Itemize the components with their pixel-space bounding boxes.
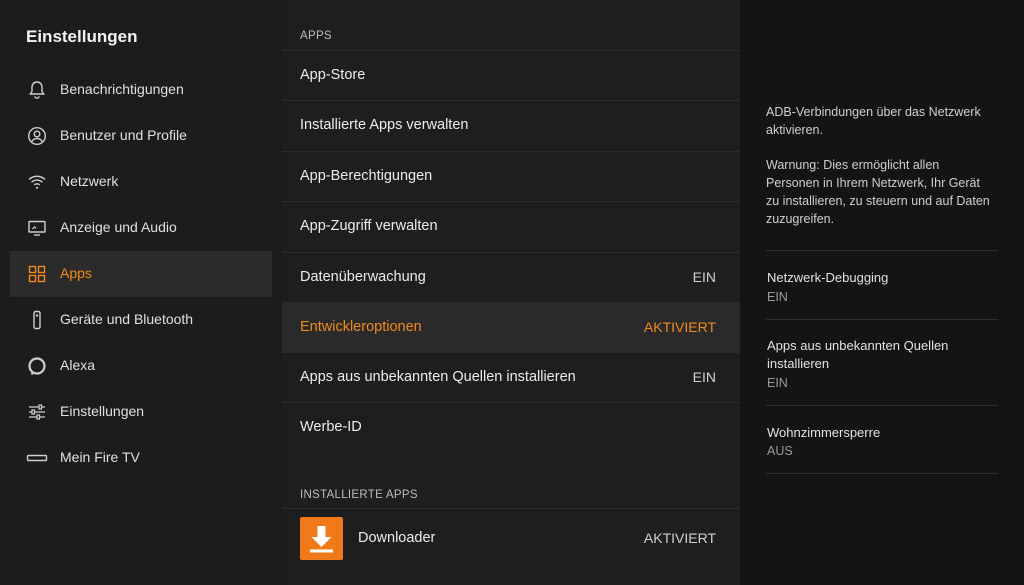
sidebar-item-alexa[interactable]: Alexa [10, 343, 272, 389]
row-advertising-id[interactable]: Werbe-ID [282, 402, 740, 453]
row-developer-options[interactable]: Entwickleroptionen AKTIVIERT [282, 302, 740, 353]
row-value: AKTIVIERT [643, 319, 716, 335]
sliders-icon [26, 401, 48, 423]
wifi-icon [26, 171, 48, 193]
divider [766, 405, 998, 406]
row-label: Entwickleroptionen [300, 319, 422, 335]
display-audio-icon [26, 217, 48, 239]
sidebar: Einstellungen Benachrichtigungen Benutze… [0, 0, 282, 585]
sidebar-item-label: Netzwerk [60, 173, 119, 189]
row-value: EIN [692, 369, 716, 385]
warning-text: Warnung: Dies ermöglicht allen Personen … [766, 158, 990, 226]
sidebar-item-label: Anzeige und Audio [60, 219, 177, 235]
sidebar-item-label: Geräte und Bluetooth [60, 311, 194, 327]
row-app-store[interactable]: App-Store [282, 50, 740, 101]
sidebar-item-label: Apps [60, 265, 92, 281]
firetv-stick-icon [26, 447, 48, 469]
row-unknown-sources[interactable]: Apps aus unbekannten Quellen installiere… [282, 352, 740, 403]
sidebar-item-apps[interactable]: Apps [10, 251, 272, 297]
sidebar-item-mein-fire-tv[interactable]: Mein Fire TV [10, 435, 272, 481]
row-value: EIN [692, 269, 716, 285]
row-app-permissions[interactable]: App-Berechtigungen [282, 151, 740, 202]
section-header-apps: APPS [300, 30, 332, 42]
sidebar-item-label: Alexa [60, 357, 96, 373]
sidebar-item-einstellungen[interactable]: Einstellungen [10, 389, 272, 435]
detail-item-title: Apps aus unbekannten Quellen installiere… [767, 338, 949, 371]
detail-item-value: EIN [767, 290, 788, 304]
sidebar-item-label: Benachrichtigungen [60, 81, 184, 97]
description-text: ADB-Verbindungen über das Netzwerk aktiv… [766, 105, 981, 137]
sidebar-item-benachrichtigungen[interactable]: Benachrichtigungen [10, 67, 272, 113]
detail-item-title: Wohnzimmersperre [767, 425, 881, 440]
sidebar-item-label: Mein Fire TV [60, 449, 140, 465]
apps-grid-icon [26, 263, 48, 285]
user-icon [26, 125, 48, 147]
row-data-monitoring[interactable]: Datenüberwachung EIN [282, 252, 740, 303]
row-app-access[interactable]: App-Zugriff verwalten [282, 201, 740, 252]
divider [766, 250, 998, 251]
row-label: App-Store [300, 67, 366, 83]
sidebar-item-geraete-und-bluetooth[interactable]: Geräte und Bluetooth [10, 297, 272, 343]
sidebar-item-label: Einstellungen [60, 403, 145, 419]
row-label: Installierte Apps verwalten [300, 117, 469, 133]
detail-item-title: Netzwerk-Debugging [767, 270, 889, 285]
section-header-installed-apps: INSTALLIERTE APPS [300, 489, 418, 501]
sidebar-item-netzwerk[interactable]: Netzwerk [10, 159, 272, 205]
alexa-icon [26, 355, 48, 377]
row-label: App-Zugriff verwalten [300, 218, 438, 234]
sidebar-item-label: Benutzer und Profile [60, 127, 187, 143]
detail-item-value: AUS [767, 444, 793, 458]
divider [766, 473, 998, 474]
installed-app-downloader[interactable]: Downloader AKTIVIERT [282, 508, 740, 569]
apps-settings-list: APPS App-Store Installierte Apps verwalt… [282, 0, 740, 585]
detail-panel: ADB-Verbindungen über das Netzwerk aktiv… [740, 0, 1024, 585]
sidebar-title: Einstellungen [26, 27, 138, 46]
divider [766, 319, 998, 320]
app-status: AKTIVIERT [643, 530, 716, 546]
row-installed-apps[interactable]: Installierte Apps verwalten [282, 100, 740, 151]
row-label: Werbe-ID [300, 419, 362, 435]
row-label: Datenüberwachung [300, 269, 426, 285]
sidebar-item-anzeige-und-audio[interactable]: Anzeige und Audio [10, 205, 272, 251]
remote-icon [26, 309, 48, 331]
sidebar-item-benutzer-und-profile[interactable]: Benutzer und Profile [10, 113, 272, 159]
bell-icon [26, 79, 48, 101]
row-label: Apps aus unbekannten Quellen installiere… [300, 369, 576, 385]
row-label: App-Berechtigungen [300, 168, 433, 184]
detail-item-value: EIN [767, 376, 788, 390]
download-arrow-icon [300, 517, 343, 560]
app-name: Downloader [358, 530, 436, 546]
